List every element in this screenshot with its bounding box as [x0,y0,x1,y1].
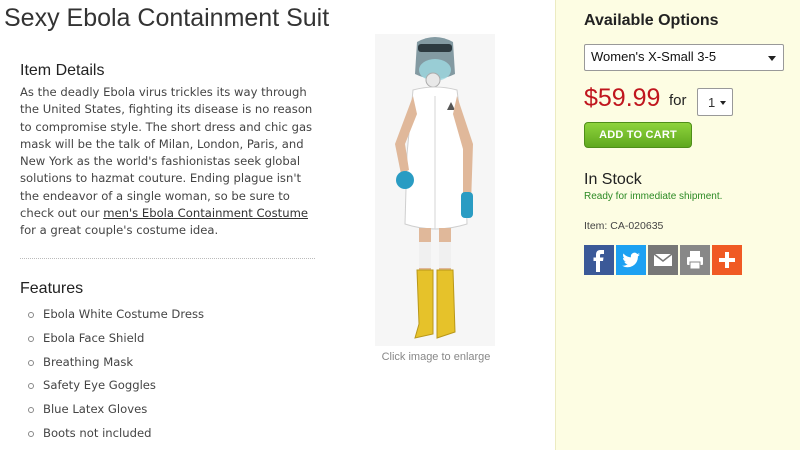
bullet-icon [28,335,34,342]
feature-text: Safety Eye Goggles [43,378,156,393]
bullet-icon [28,383,34,390]
bullet-icon [28,359,34,366]
price: $59.99 [584,84,661,112]
print-button[interactable] [680,245,710,275]
features-heading: Features [20,280,84,297]
feature-item: Ebola White Costume Dress [28,307,204,331]
bullet-icon [28,407,34,414]
bullet-icon [28,312,34,318]
product-image[interactable] [375,34,495,346]
page-title: Sexy Ebola Containment Suit [4,4,330,32]
print-icon [687,251,703,270]
bullet-icon [28,430,34,437]
twitter-icon [622,252,640,268]
feature-item: Safety Eye Goggles [28,378,204,402]
purchase-sidebar: Available Options Women's X-Small 3-5 $5… [555,0,800,450]
feature-text: Blue Latex Gloves [43,402,148,417]
facebook-icon [593,250,604,272]
feature-text: Boots not included [43,425,152,440]
share-buttons [584,245,742,275]
shipping-note: Ready for immediate shipment. [584,191,723,202]
feature-text: Ebola White Costume Dress [43,307,205,321]
add-to-cart-button[interactable]: ADD TO CART [584,122,692,148]
more-share-button[interactable] [712,245,742,275]
costume-figure-image [375,34,495,346]
for-label: for [669,92,687,109]
stock-status: In Stock [584,171,642,188]
description-text-2: for a great couple's costume idea. [20,223,219,238]
email-icon [653,253,673,266]
chevron-down-icon [768,56,776,61]
image-caption: Click image to enlarge [381,351,491,363]
item-description: As the deadly Ebola virus trickles its w… [20,84,322,240]
plus-icon [719,252,735,268]
feature-item: Blue Latex Gloves [28,402,204,426]
size-select[interactable]: Women's X-Small 3-5 [584,44,784,71]
size-select-value: Women's X-Small 3-5 [591,49,717,64]
feature-text: Breathing Mask [43,354,134,369]
quantity-value: 1 [708,95,716,110]
twitter-share-button[interactable] [616,245,646,275]
description-text-1: As the deadly Ebola virus trickles its w… [20,85,313,221]
facebook-share-button[interactable] [584,245,614,275]
quantity-select[interactable]: 1 [697,88,733,116]
feature-text: Ebola Face Shield [43,330,145,345]
available-options-heading: Available Options [584,12,719,29]
item-number: Item: CA-020635 [584,220,664,232]
feature-item: Breathing Mask [28,355,204,379]
email-share-button[interactable] [648,245,678,275]
chevron-down-icon [720,101,726,105]
section-divider [20,258,315,259]
item-details-heading: Item Details [20,62,105,79]
feature-item: Boots not included [28,426,204,450]
feature-item: Ebola Face Shield [28,331,204,355]
features-list: Ebola White Costume Dress Ebola Face Shi… [28,307,204,450]
mens-costume-link[interactable]: men's Ebola Containment Costume [103,206,308,220]
